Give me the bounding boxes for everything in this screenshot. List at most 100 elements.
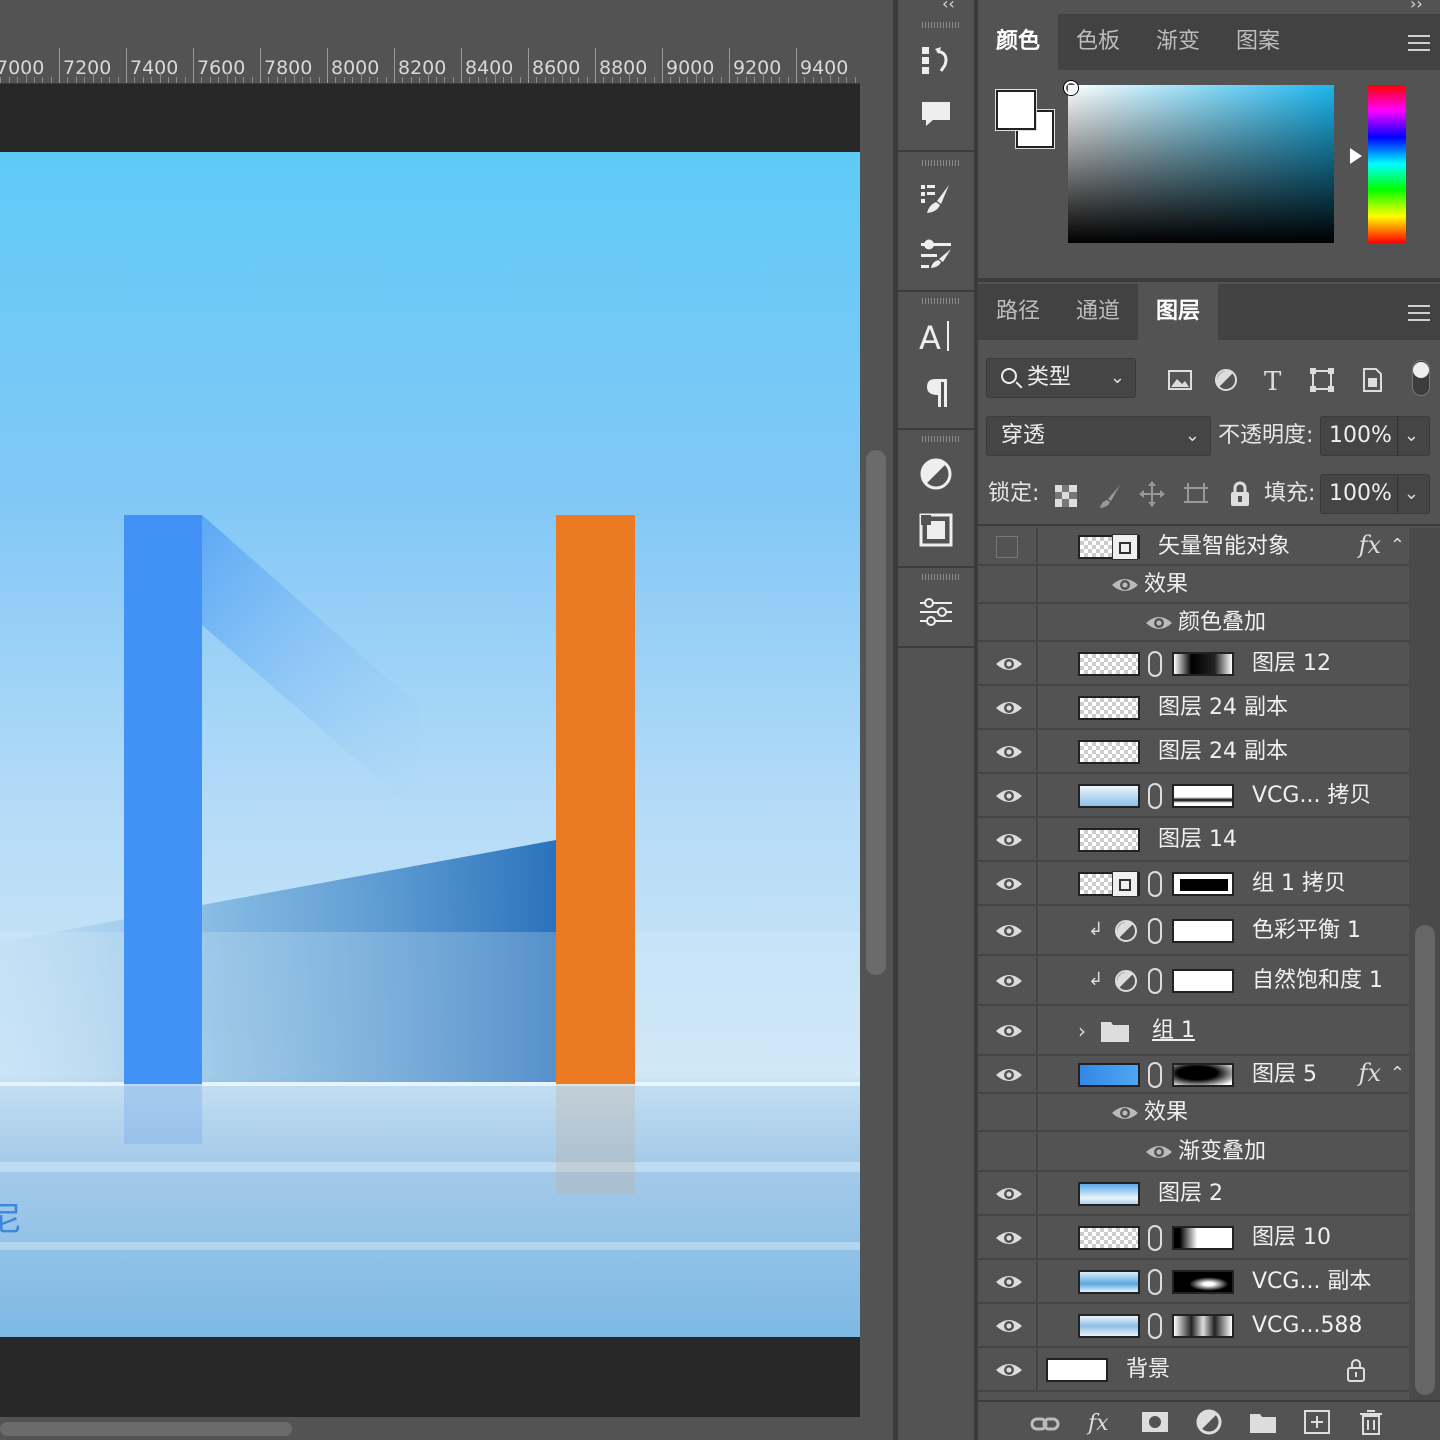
adjustment-filter-icon[interactable]: [1212, 366, 1240, 394]
mask-link-icon[interactable]: [1148, 871, 1162, 897]
layer-name[interactable]: 图层 5: [1252, 1063, 1317, 1087]
layer-name[interactable]: 色彩平衡 1: [1252, 919, 1361, 943]
layer-thumbnail[interactable]: [1078, 1314, 1140, 1338]
mask-link-icon[interactable]: [1148, 783, 1162, 809]
layer-effect-row[interactable]: 颜色叠加: [978, 604, 1409, 642]
properties-icon[interactable]: [914, 590, 958, 634]
layer-name[interactable]: 图层 12: [1252, 652, 1331, 676]
effect-visibility-eye-icon[interactable]: [1110, 575, 1138, 595]
tab-layers[interactable]: 图层: [1138, 284, 1219, 340]
tab-paths[interactable]: 路径: [978, 284, 1058, 340]
collapse-left-icon[interactable]: ‹‹: [942, 0, 955, 13]
pixel-filter-icon[interactable]: [1166, 366, 1194, 394]
chevron-right-icon[interactable]: ›: [1078, 1019, 1086, 1043]
layer-thumbnail[interactable]: [1078, 1182, 1140, 1206]
add-style-icon[interactable]: fx: [1086, 1408, 1116, 1436]
layer-thumbnail[interactable]: [1078, 696, 1140, 720]
layer-name[interactable]: 自然饱和度 1: [1252, 969, 1383, 993]
color-cursor-icon[interactable]: [1064, 81, 1078, 95]
visibility-off-box[interactable]: [996, 536, 1018, 558]
layer-name[interactable]: VCG... 拷贝: [1252, 784, 1371, 808]
layer-name[interactable]: 矢量智能对象: [1158, 535, 1290, 559]
mask-link-icon[interactable]: [1148, 651, 1162, 677]
layer-row[interactable]: ↲ 自然饱和度 1: [978, 956, 1409, 1006]
layer-name[interactable]: 图层 24 副本: [1158, 696, 1288, 720]
layer-row[interactable]: 图层 24 副本: [978, 686, 1409, 730]
smart-object-filter-icon[interactable]: [1358, 366, 1386, 394]
visibility-eye-icon[interactable]: [994, 874, 1024, 894]
horizontal-ruler[interactable]: 7000 7200 7400 7600 7800 8000 8200 8400 8600 8800…: [0, 48, 860, 84]
tab-patterns[interactable]: 图案: [1218, 14, 1298, 70]
shape-filter-icon[interactable]: [1308, 366, 1336, 394]
visibility-eye-icon[interactable]: [994, 654, 1024, 674]
layer-row[interactable]: VCG... 副本: [978, 1260, 1409, 1304]
layer-thumbnail[interactable]: [1078, 740, 1140, 764]
document-canvas-area[interactable]: 7000 7200 7400 7600 7800 8000 8200 8400 8600 8800…: [0, 0, 893, 1440]
layer-mask-thumbnail[interactable]: [1172, 1063, 1234, 1087]
history-icon[interactable]: [914, 38, 958, 82]
layer-name[interactable]: 图层 10: [1252, 1226, 1331, 1250]
visibility-column[interactable]: [978, 1094, 1038, 1130]
layer-row[interactable]: 图层 12: [978, 642, 1409, 686]
visibility-column[interactable]: [978, 566, 1038, 602]
horizontal-scroll-thumb[interactable]: [0, 1422, 292, 1436]
type-filter-icon[interactable]: T: [1260, 366, 1288, 394]
filter-toggle[interactable]: [1412, 360, 1430, 396]
layer-effect-row[interactable]: 渐变叠加: [978, 1132, 1409, 1172]
layer-row[interactable]: 矢量智能对象 fx ⌃: [978, 528, 1409, 566]
layer-row[interactable]: 组 1 拷贝: [978, 862, 1409, 906]
grip-handle[interactable]: [922, 22, 960, 28]
layer-thumbnail[interactable]: [1078, 1226, 1140, 1250]
chevron-down-icon[interactable]: ⌄: [1396, 475, 1419, 513]
layer-name[interactable]: VCG... 副本: [1252, 1270, 1371, 1294]
lock-transparency-icon[interactable]: [1052, 482, 1080, 510]
visibility-eye-icon[interactable]: [994, 1065, 1024, 1085]
lock-pixels-icon[interactable]: [1096, 482, 1124, 510]
color-panel-menu-icon[interactable]: [1408, 35, 1430, 51]
layer-row[interactable]: VCG...588: [978, 1304, 1409, 1348]
visibility-eye-icon[interactable]: [994, 921, 1024, 941]
mask-link-icon[interactable]: [1148, 1313, 1162, 1339]
mask-link-icon[interactable]: [1148, 1225, 1162, 1251]
layer-row[interactable]: ↲ 色彩平衡 1: [978, 906, 1409, 956]
opacity-input[interactable]: 100% ⌄: [1320, 416, 1430, 456]
layer-row[interactable]: 图层 24 副本: [978, 730, 1409, 774]
new-group-icon[interactable]: [1248, 1408, 1278, 1436]
visibility-eye-icon[interactable]: [994, 1228, 1024, 1248]
layer-row[interactable]: › 组 1: [978, 1006, 1409, 1056]
layers-scroll-thumb[interactable]: [1415, 925, 1435, 1395]
visibility-eye-icon[interactable]: [994, 1272, 1024, 1292]
layer-name[interactable]: 图层 2: [1158, 1182, 1223, 1206]
layer-mask-thumbnail[interactable]: [1172, 1314, 1234, 1338]
layer-row[interactable]: 背景: [978, 1348, 1409, 1392]
layer-effects-fx-icon[interactable]: fx: [1359, 1059, 1381, 1087]
mask-link-icon[interactable]: [1148, 968, 1162, 994]
layer-thumbnail[interactable]: [1078, 652, 1140, 676]
chevron-up-icon[interactable]: ⌃: [1390, 535, 1405, 556]
visibility-eye-icon[interactable]: [994, 698, 1024, 718]
layer-mask-thumbnail[interactable]: [1172, 969, 1234, 993]
layer-row[interactable]: 图层 10: [978, 1216, 1409, 1260]
visibility-eye-icon[interactable]: [994, 1360, 1024, 1380]
collapse-right-icon[interactable]: ››: [1410, 0, 1423, 13]
mask-link-icon[interactable]: [1148, 1062, 1162, 1088]
layer-thumbnail[interactable]: [1078, 1270, 1140, 1294]
tool-presets-icon[interactable]: [914, 232, 958, 276]
foreground-color-swatch[interactable]: [996, 90, 1036, 130]
layer-mask-thumbnail[interactable]: [1172, 652, 1234, 676]
adjustments-icon[interactable]: [914, 452, 958, 496]
fill-input[interactable]: 100% ⌄: [1320, 474, 1430, 514]
layer-name[interactable]: 组 1: [1152, 1019, 1195, 1043]
visibility-eye-icon[interactable]: [994, 1316, 1024, 1336]
lock-position-icon[interactable]: [1138, 480, 1166, 508]
add-mask-icon[interactable]: [1140, 1408, 1170, 1436]
artboard[interactable]: 尼: [0, 152, 860, 1337]
layer-mask-thumbnail[interactable]: [1172, 1226, 1234, 1250]
tab-swatches[interactable]: 色板: [1058, 14, 1138, 70]
layer-mask-thumbnail[interactable]: [1172, 784, 1234, 808]
visibility-eye-icon[interactable]: [994, 830, 1024, 850]
layer-name[interactable]: 图层 14: [1158, 828, 1237, 852]
tab-gradients[interactable]: 渐变: [1138, 14, 1218, 70]
layer-name[interactable]: VCG...588: [1252, 1314, 1362, 1338]
link-layers-icon[interactable]: [1030, 1410, 1060, 1438]
